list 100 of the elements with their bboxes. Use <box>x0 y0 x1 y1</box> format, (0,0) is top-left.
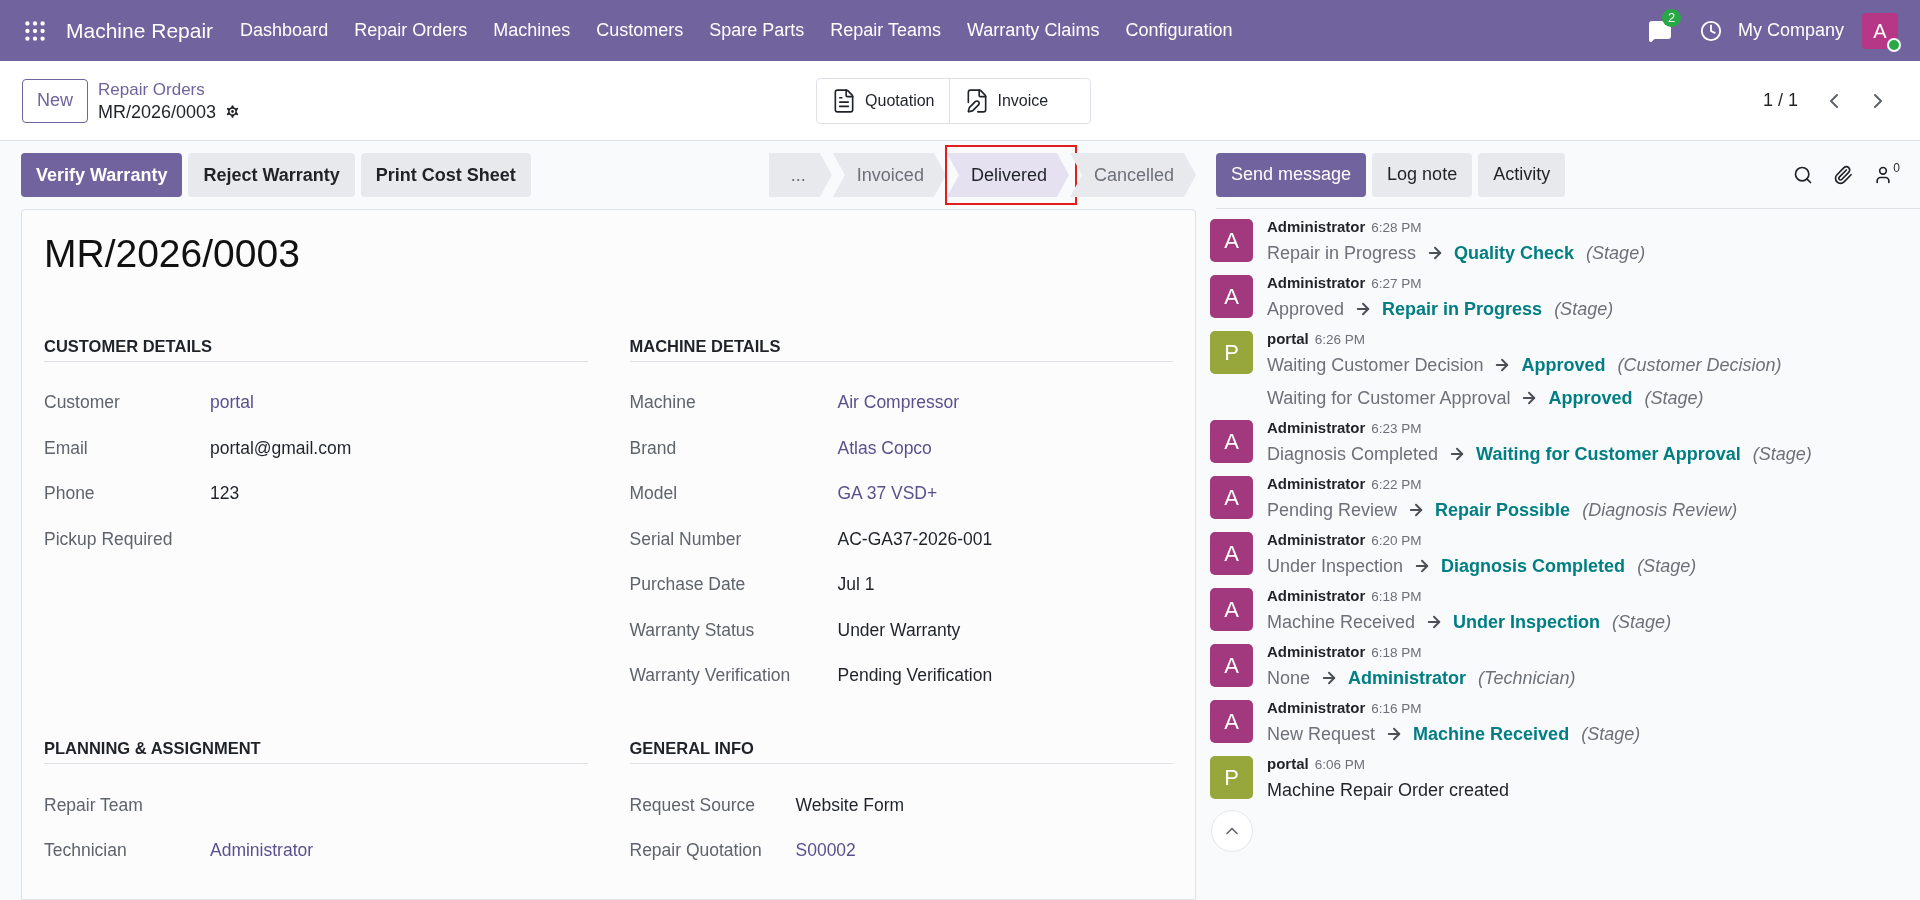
stage-button[interactable]: ... <box>768 153 832 197</box>
chatter-button[interactable]: Send message <box>1216 152 1367 197</box>
new-value: Machine Received <box>1413 723 1570 746</box>
message-time: 6:23 PM <box>1371 420 1422 438</box>
author-name: Administrator <box>1267 418 1366 438</box>
field-link[interactable]: Air Compressor <box>837 389 960 416</box>
menu-item[interactable]: Customers <box>583 17 697 44</box>
followers-count: 0 <box>1893 159 1900 177</box>
section-heading: PLANNING & ASSIGNMENT <box>44 736 588 764</box>
stage-button[interactable]: Delivered <box>946 153 1069 197</box>
new-value: Under Inspection <box>1453 611 1601 634</box>
field-label: Email <box>44 436 89 460</box>
action-button[interactable]: Verify Warranty <box>21 153 183 197</box>
tracked-field: (Stage) <box>1612 609 1672 635</box>
old-value: Diagnosis Completed <box>1267 443 1439 466</box>
message-time: 6:18 PM <box>1371 644 1422 662</box>
new-value: Approved <box>1521 354 1606 377</box>
company-name[interactable]: My Company <box>1737 17 1844 44</box>
field-label: Phone <box>44 482 96 506</box>
field-value: 123 <box>210 482 240 506</box>
record-title: MR/2026/0003 <box>44 231 301 277</box>
author-name: portal <box>1267 329 1309 349</box>
new-value: Quality Check <box>1454 242 1575 265</box>
search-icon[interactable] <box>1793 164 1814 185</box>
author-name: Administrator <box>1267 698 1366 718</box>
field-label: Repair Team <box>44 793 144 817</box>
field-label: Machine <box>629 391 697 415</box>
section-heading: MACHINE DETAILS <box>629 334 1173 362</box>
author-avatar: A <box>1210 532 1253 575</box>
field-link[interactable]: portal <box>210 389 254 416</box>
field-link[interactable]: Administrator <box>210 837 314 864</box>
old-value: None <box>1267 667 1311 690</box>
message-time: 6:28 PM <box>1371 219 1422 237</box>
author-avatar: A <box>1210 476 1253 519</box>
new-value: Administrator <box>1348 667 1467 690</box>
menu-item[interactable]: Configuration <box>1112 17 1246 44</box>
tracked-field: (Stage) <box>1554 296 1614 322</box>
message-time: 6:27 PM <box>1371 275 1422 293</box>
author-avatar: A <box>1210 275 1253 318</box>
field-value: AC-GA37-2026-001 <box>837 527 993 551</box>
app-name[interactable]: Machine Repair <box>66 14 214 47</box>
action-button[interactable]: Print Cost Sheet <box>360 153 531 197</box>
field-value: Website Form <box>795 793 905 817</box>
tracked-field: (Diagnosis Review) <box>1582 497 1738 523</box>
old-value: Pending Review <box>1267 499 1398 522</box>
author-name: Administrator <box>1267 530 1366 550</box>
field-value: portal@gmail.com <box>210 436 352 460</box>
tracked-field: (Stage) <box>1586 240 1646 266</box>
field-link[interactable]: S00002 <box>795 837 856 864</box>
field-label: Model <box>629 482 679 506</box>
action-button[interactable]: Reject Warranty <box>188 153 355 197</box>
field-label: Purchase Date <box>629 573 747 597</box>
stage-button[interactable]: Invoiced <box>832 153 946 197</box>
field-link[interactable]: GA 37 VSD+ <box>837 480 938 507</box>
breadcrumb-link[interactable]: Repair Orders <box>98 78 242 101</box>
field-link[interactable]: Atlas Copco <box>837 434 932 462</box>
message-time: 6:22 PM <box>1371 476 1422 494</box>
section-heading: GENERAL INFO <box>629 736 1173 764</box>
menu-item[interactable]: Spare Parts <box>696 17 818 44</box>
menu-item[interactable]: Repair Orders <box>341 17 481 44</box>
message-count-badge: 2 <box>1661 8 1682 27</box>
message-time: 6:06 PM <box>1314 756 1365 774</box>
author-name: Administrator <box>1267 474 1366 494</box>
field-label: Technician <box>44 839 128 863</box>
paperclip-icon[interactable] <box>1833 164 1854 185</box>
old-value: Waiting Customer Decision <box>1267 354 1484 377</box>
tracked-field: (Stage) <box>1581 721 1641 747</box>
clock-icon[interactable] <box>1699 19 1722 42</box>
new-value: Repair Possible <box>1435 499 1571 522</box>
menu-item[interactable]: Warranty Claims <box>954 17 1113 44</box>
author-avatar: A <box>1210 588 1253 631</box>
settings-icon[interactable] <box>224 103 242 120</box>
stage-button[interactable]: Cancelled <box>1069 153 1196 197</box>
old-value: Under Inspection <box>1267 555 1404 578</box>
user-avatar[interactable]: A <box>1862 12 1898 49</box>
section-heading: CUSTOMER DETAILS <box>44 334 588 362</box>
tracked-field: (Customer Decision) <box>1617 352 1782 378</box>
tracked-field: (Stage) <box>1644 385 1704 411</box>
smart-button[interactable]: Quotation <box>817 78 949 123</box>
menu-item[interactable]: Dashboard <box>227 17 342 44</box>
field-value: Jul 1 <box>837 573 875 597</box>
new-value: Waiting for Customer Approval <box>1476 443 1741 466</box>
message-time: 6:20 PM <box>1371 532 1422 550</box>
old-value: New Request <box>1267 723 1376 746</box>
message-body: Machine Repair Order created <box>1267 779 1510 802</box>
old-value: Machine Received <box>1267 611 1416 634</box>
field-value: Pending Verification <box>837 664 993 688</box>
field-label: Request Source <box>629 793 756 817</box>
author-name: Administrator <box>1267 586 1366 606</box>
new-value: Diagnosis Completed <box>1441 555 1626 578</box>
menu-item[interactable]: Repair Teams <box>817 17 955 44</box>
menu-item[interactable]: Machines <box>480 17 584 44</box>
chatter-button[interactable]: Log note <box>1372 152 1473 197</box>
author-avatar: A <box>1210 420 1253 463</box>
old-value: Waiting for Customer Approval <box>1267 387 1511 410</box>
smart-button[interactable]: Invoice <box>948 78 1090 123</box>
new-button[interactable]: New <box>22 78 88 123</box>
tracked-field: (Technician) <box>1478 665 1576 691</box>
record-name: MR/2026/0003 <box>98 100 217 123</box>
chatter-button[interactable]: Activity <box>1478 152 1566 197</box>
